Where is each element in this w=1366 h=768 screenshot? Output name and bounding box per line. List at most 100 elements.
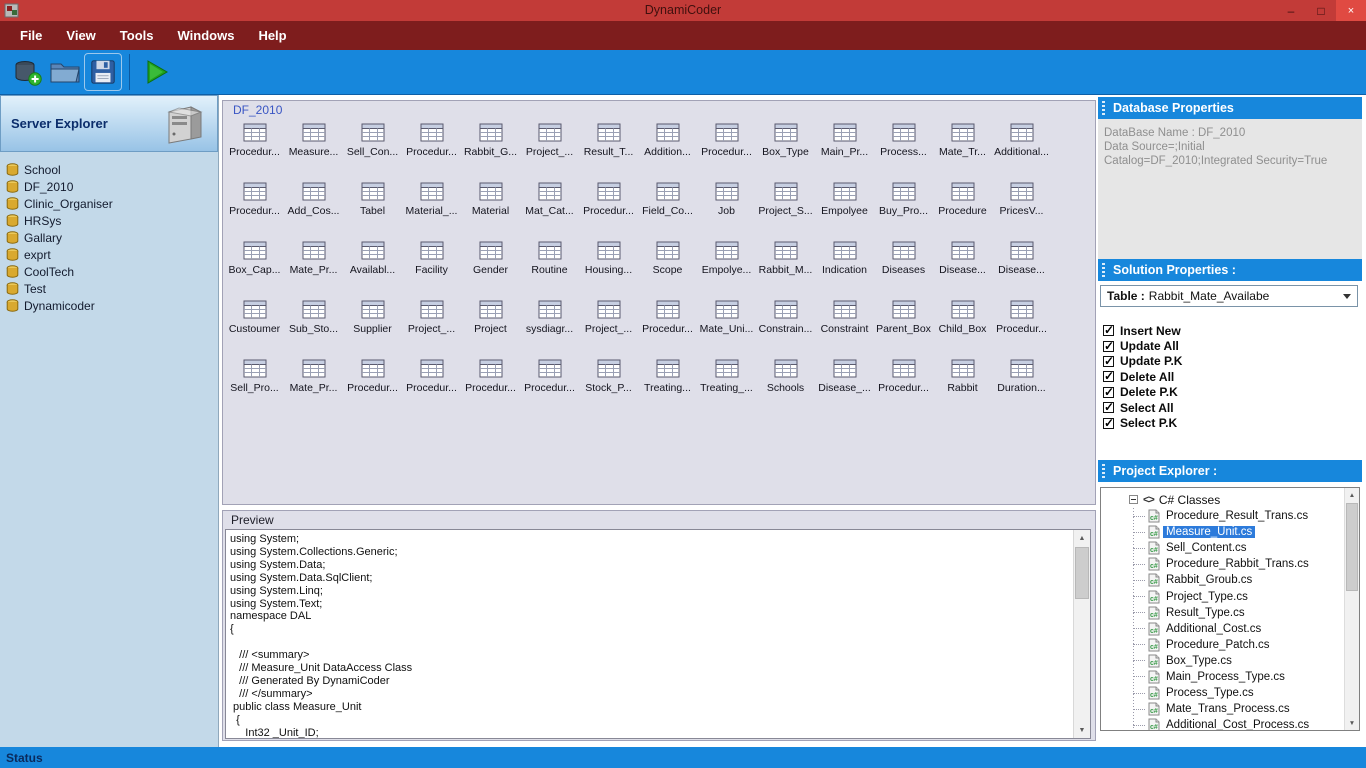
tree-root[interactable]: <> C# Classes <box>1101 491 1359 508</box>
table-item[interactable]: Material <box>461 177 520 236</box>
table-item[interactable]: Empolyee <box>815 177 874 236</box>
menu-item[interactable]: Help <box>246 28 298 43</box>
table-item[interactable]: Rabbit_M... <box>756 236 815 295</box>
table-item[interactable]: Constraint <box>815 295 874 354</box>
table-item[interactable]: Procedur... <box>520 354 579 413</box>
table-item[interactable]: Procedur... <box>225 118 284 177</box>
table-item[interactable]: Procedure <box>933 177 992 236</box>
table-item[interactable]: Mate_Tr... <box>933 118 992 177</box>
menu-item[interactable]: Tools <box>108 28 166 43</box>
table-item[interactable]: Schools <box>756 354 815 413</box>
close-button[interactable]: × <box>1336 0 1366 21</box>
database-item[interactable]: School <box>6 161 218 178</box>
table-item[interactable]: Gender <box>461 236 520 295</box>
table-item[interactable]: Sell_Con... <box>343 118 402 177</box>
table-item[interactable]: Project_S... <box>756 177 815 236</box>
table-item[interactable]: Add_Cos... <box>284 177 343 236</box>
tree-file-item[interactable]: c# Project_Type.cs <box>1133 588 1359 604</box>
save-button[interactable] <box>84 53 122 91</box>
checkbox-icon[interactable] <box>1103 339 1114 353</box>
table-item[interactable]: Procedur... <box>402 354 461 413</box>
checkbox-option[interactable]: Update All <box>1103 338 1182 353</box>
table-item[interactable]: Procedur... <box>402 118 461 177</box>
table-item[interactable]: PricesV... <box>992 177 1051 236</box>
scroll-down-icon[interactable]: ▼ <box>1074 722 1090 738</box>
table-item[interactable]: Procedur... <box>579 177 638 236</box>
table-item[interactable]: Main_Pr... <box>815 118 874 177</box>
table-item[interactable]: Housing... <box>579 236 638 295</box>
database-item[interactable]: CoolTech <box>6 263 218 280</box>
tree-file-item[interactable]: c# Measure_Unit.cs <box>1133 524 1359 540</box>
database-item[interactable]: Gallary <box>6 229 218 246</box>
table-item[interactable]: Material_... <box>402 177 461 236</box>
open-folder-button[interactable] <box>46 53 84 91</box>
table-item[interactable]: Job <box>697 177 756 236</box>
table-item[interactable]: Stock_P... <box>579 354 638 413</box>
scroll-up-icon[interactable]: ▲ <box>1345 488 1359 502</box>
scroll-down-icon[interactable]: ▼ <box>1345 716 1359 730</box>
table-item[interactable]: Indication <box>815 236 874 295</box>
table-item[interactable]: Mate_Pr... <box>284 236 343 295</box>
database-item[interactable]: DF_2010 <box>6 178 218 195</box>
table-item[interactable]: Scope <box>638 236 697 295</box>
tree-file-item[interactable]: c# Box_Type.cs <box>1133 653 1359 669</box>
chevron-down-icon[interactable] <box>1343 293 1351 299</box>
table-item[interactable]: Child_Box <box>933 295 992 354</box>
maximize-button[interactable]: □ <box>1306 0 1336 21</box>
table-item[interactable]: Field_Co... <box>638 177 697 236</box>
database-item[interactable]: Clinic_Organiser <box>6 195 218 212</box>
menu-item[interactable]: Windows <box>166 28 247 43</box>
menu-item[interactable]: View <box>54 28 107 43</box>
tree-scrollbar[interactable]: ▲ ▼ <box>1344 488 1359 730</box>
table-item[interactable]: Custoumer <box>225 295 284 354</box>
run-button[interactable] <box>137 53 175 91</box>
table-item[interactable]: Disease_... <box>815 354 874 413</box>
table-item[interactable]: Empolye... <box>697 236 756 295</box>
tree-file-item[interactable]: c# Result_Type.cs <box>1133 605 1359 621</box>
table-item[interactable]: Box_Type <box>756 118 815 177</box>
table-item[interactable]: Procedur... <box>638 295 697 354</box>
tree-file-item[interactable]: c# Mate_Trans_Process.cs <box>1133 701 1359 717</box>
database-item[interactable]: Test <box>6 280 218 297</box>
tree-file-item[interactable]: c# Procedure_Result_Trans.cs <box>1133 508 1359 524</box>
tree-file-item[interactable]: c# Additional_Cost_Process.cs <box>1133 717 1359 730</box>
table-item[interactable]: Tabel <box>343 177 402 236</box>
database-item[interactable]: HRSys <box>6 212 218 229</box>
table-item[interactable]: Availabl... <box>343 236 402 295</box>
table-item[interactable]: Procedur... <box>992 295 1051 354</box>
checkbox-option[interactable]: Update P.K <box>1103 354 1182 369</box>
table-item[interactable]: Constrain... <box>756 295 815 354</box>
table-item[interactable]: Routine <box>520 236 579 295</box>
tree-file-item[interactable]: c# Process_Type.cs <box>1133 685 1359 701</box>
menu-item[interactable]: File <box>8 28 54 43</box>
table-item[interactable]: Disease... <box>933 236 992 295</box>
table-item[interactable]: Parent_Box <box>874 295 933 354</box>
code-preview-box[interactable]: using System; using System.Collections.G… <box>225 529 1091 739</box>
checkbox-icon[interactable] <box>1103 400 1114 414</box>
checkbox-option[interactable]: Select P.K <box>1103 415 1182 430</box>
database-item[interactable]: exprt <box>6 246 218 263</box>
checkbox-option[interactable]: Select All <box>1103 400 1182 415</box>
checkbox-option[interactable]: Delete All <box>1103 369 1182 384</box>
table-item[interactable]: Procedur... <box>697 118 756 177</box>
table-item[interactable]: Procedur... <box>343 354 402 413</box>
checkbox-option[interactable]: Delete P.K <box>1103 385 1182 400</box>
tree-file-item[interactable]: c# Additional_Cost.cs <box>1133 621 1359 637</box>
table-item[interactable]: Result_T... <box>579 118 638 177</box>
tree-file-item[interactable]: c# Main_Process_Type.cs <box>1133 669 1359 685</box>
table-item[interactable]: Procedur... <box>461 354 520 413</box>
table-item[interactable]: Mate_Pr... <box>284 354 343 413</box>
table-item[interactable]: Project_... <box>402 295 461 354</box>
collapse-icon[interactable] <box>1129 495 1138 504</box>
table-item[interactable]: Additional... <box>992 118 1051 177</box>
tree-file-item[interactable]: c# Rabbit_Groub.cs <box>1133 572 1359 588</box>
table-item[interactable]: Duration... <box>992 354 1051 413</box>
minimize-button[interactable]: – <box>1276 0 1306 21</box>
table-item[interactable]: Project_... <box>579 295 638 354</box>
table-item[interactable]: sysdiagr... <box>520 295 579 354</box>
table-item[interactable]: Measure... <box>284 118 343 177</box>
tree-file-item[interactable]: c# Procedure_Patch.cs <box>1133 637 1359 653</box>
table-item[interactable]: Procedur... <box>225 177 284 236</box>
table-item[interactable]: Rabbit <box>933 354 992 413</box>
scroll-thumb[interactable] <box>1346 503 1358 591</box>
